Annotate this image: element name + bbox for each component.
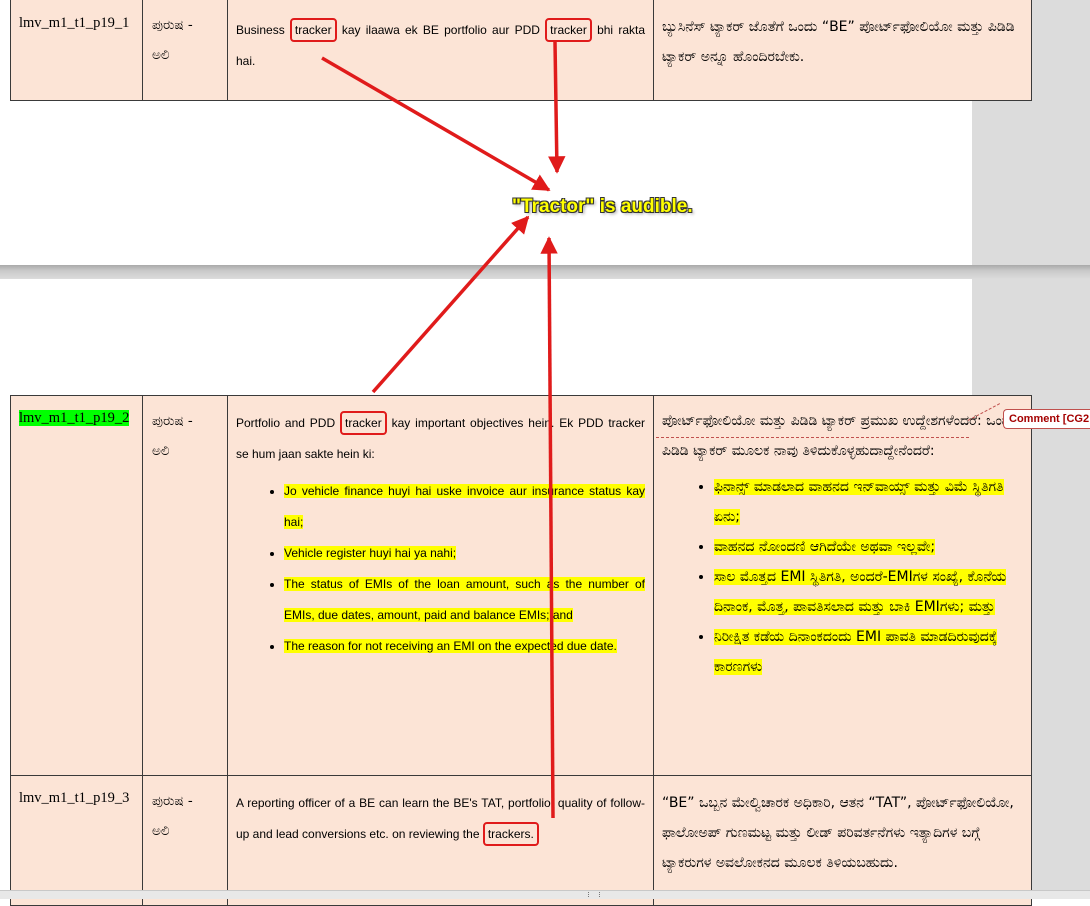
kannada-text: ಬ್ಯುಸಿನೆಸ್ ಟ್ಯಾಕರ್ ಜೊತೆಗೆ ಒಂದು “BE” ಪೋರ್…: [662, 19, 1015, 65]
segment-id: lmv_m1_t1_p19_2: [19, 410, 130, 426]
speaker-cell[interactable]: ಪುರುಷ - ಅಲಿ: [142, 0, 228, 101]
segment-id-cell[interactable]: lmv_m1_t1_p19_3: [10, 775, 143, 906]
list-item: Jo vehicle finance huyi hai uske invoice…: [284, 476, 645, 538]
kannada-text-cell[interactable]: ಬ್ಯುಸಿನೆಸ್ ಟ್ಯಾಕರ್ ಜೊತೆಗೆ ಒಂದು “BE” ಪೋರ್…: [653, 0, 1032, 101]
comment-balloon[interactable]: Comment [CG2: [1003, 409, 1090, 429]
kannada-text: ಪೋರ್ಟ್‌ಫೋಲಿಯೋ ಮತ್ತು ಪಿಡಿಡಿ ಟ್ಯಾಕರ್ ಪ್ರಮು…: [654, 396, 1031, 682]
english-text: Business tracker kay ilaawa ek BE portfo…: [228, 0, 653, 77]
speaker-cell[interactable]: ಪುರುಷ - ಅಲಿ: [142, 395, 228, 776]
list-item: ನಿರೀಕ್ಷಿತ ಕಡೆಯ ದಿನಾಂಕದಂದು EMI ಪಾವತಿ ಮಾಡದ…: [714, 622, 1023, 682]
list-item: The reason for not receiving an EMI on t…: [284, 631, 645, 662]
tracker-word-annotation-4: trackers.: [482, 822, 539, 846]
english-text: Portfolio and PDD tracker kay important …: [228, 396, 653, 662]
comment-connector-line: [656, 437, 969, 438]
tracker-word-annotation-1: tracker: [289, 18, 337, 42]
speaker-label: ಪುರುಷ - ಅಲಿ: [152, 17, 193, 63]
annotation-caption: "Tractor" is audible.: [512, 196, 693, 217]
list-item: Vehicle register huyi hai ya nahi;: [284, 538, 645, 569]
speaker-label: ಪುರುಷ - ಅಲಿ: [152, 413, 193, 459]
segment-id-cell[interactable]: lmv_m1_t1_p19_2: [10, 395, 143, 776]
tracker-word-annotation-3: tracker: [340, 411, 387, 435]
kannada-text: “BE” ಒಬ್ಬನ ಮೇಲ್ವಿಚಾರಕ ಅಧಿಕಾರಿ, ಆತನ “TAT”…: [662, 795, 1014, 871]
english-text-cell[interactable]: Portfolio and PDD tracker kay important …: [227, 395, 654, 776]
kannada-text-cell[interactable]: “BE” ಒಬ್ಬನ ಮೇಲ್ವಿಚಾರಕ ಅಧಿಕಾರಿ, ಆತನ “TAT”…: [653, 775, 1032, 906]
transcript-table-page-2: lmv_m1_t1_p19_2 ಪುರುಷ - ಅಲಿ Portfolio and…: [10, 395, 1032, 906]
kannada-text-cell[interactable]: ಪೋರ್ಟ್‌ಫೋಲಿಯೋ ಮತ್ತು ಪಿಡಿಡಿ ಟ್ಯಾಕರ್ ಪ್ರಮು…: [653, 395, 1032, 776]
segment-id: lmv_m1_t1_p19_1: [19, 15, 130, 31]
scrollbar-grip-icon[interactable]: [588, 892, 600, 897]
list-item: ವಾಹನದ ನೋಂದಣಿ ಆಗಿದೆಯೇ ಅಥವಾ ಇಲ್ಲವೇ;: [714, 532, 1023, 562]
english-text-cell[interactable]: A reporting officer of a BE can learn th…: [227, 775, 654, 906]
page-break-gap: [0, 265, 1090, 279]
table-row: lmv_m1_t1_p19_3 ಪುರುಷ - ಅಲಿ A reporting o…: [10, 775, 1032, 906]
english-bullet-list: Jo vehicle finance huyi hai uske invoice…: [236, 476, 645, 662]
tracker-word-annotation-2: tracker: [545, 18, 592, 42]
list-item: The status of EMIs of the loan amount, s…: [284, 569, 645, 631]
segment-id: lmv_m1_t1_p19_3: [19, 790, 130, 806]
kannada-bullet-list: ಫಿನಾನ್ಸ್ ಮಾಡಲಾದ ವಾಹನದ ಇನ್‌ವಾಯ್ಸ್ ಮತ್ತು ವ…: [662, 472, 1023, 682]
speaker-label: ಪುರುಷ - ಅಲಿ: [152, 793, 193, 839]
list-item: ಸಾಲ ಮೊತ್ತದ EMI ಸ್ಥಿತಿಗತಿ, ಅಂದರೆ-EMIಗಳ ಸಂ…: [714, 562, 1023, 622]
speaker-cell[interactable]: ಪುರುಷ - ಅಲಿ: [142, 775, 228, 906]
english-text-cell[interactable]: Business tracker kay ilaawa ek BE portfo…: [227, 0, 654, 101]
transcript-table-page-1: lmv_m1_t1_p19_1 ಪುರುಷ - ಅಲಿ Business trac…: [10, 0, 1032, 101]
table-row: lmv_m1_t1_p19_2 ಪುರುಷ - ಅಲಿ Portfolio and…: [10, 395, 1032, 776]
list-item: ಫಿನಾನ್ಸ್ ಮಾಡಲಾದ ವಾಹನದ ಇನ್‌ವಾಯ್ಸ್ ಮತ್ತು ವ…: [714, 472, 1023, 532]
segment-id-cell[interactable]: lmv_m1_t1_p19_1: [10, 0, 143, 101]
english-text: A reporting officer of a BE can learn th…: [228, 776, 653, 850]
table-row: lmv_m1_t1_p19_1 ಪುರುಷ - ಅಲಿ Business trac…: [10, 0, 1032, 101]
